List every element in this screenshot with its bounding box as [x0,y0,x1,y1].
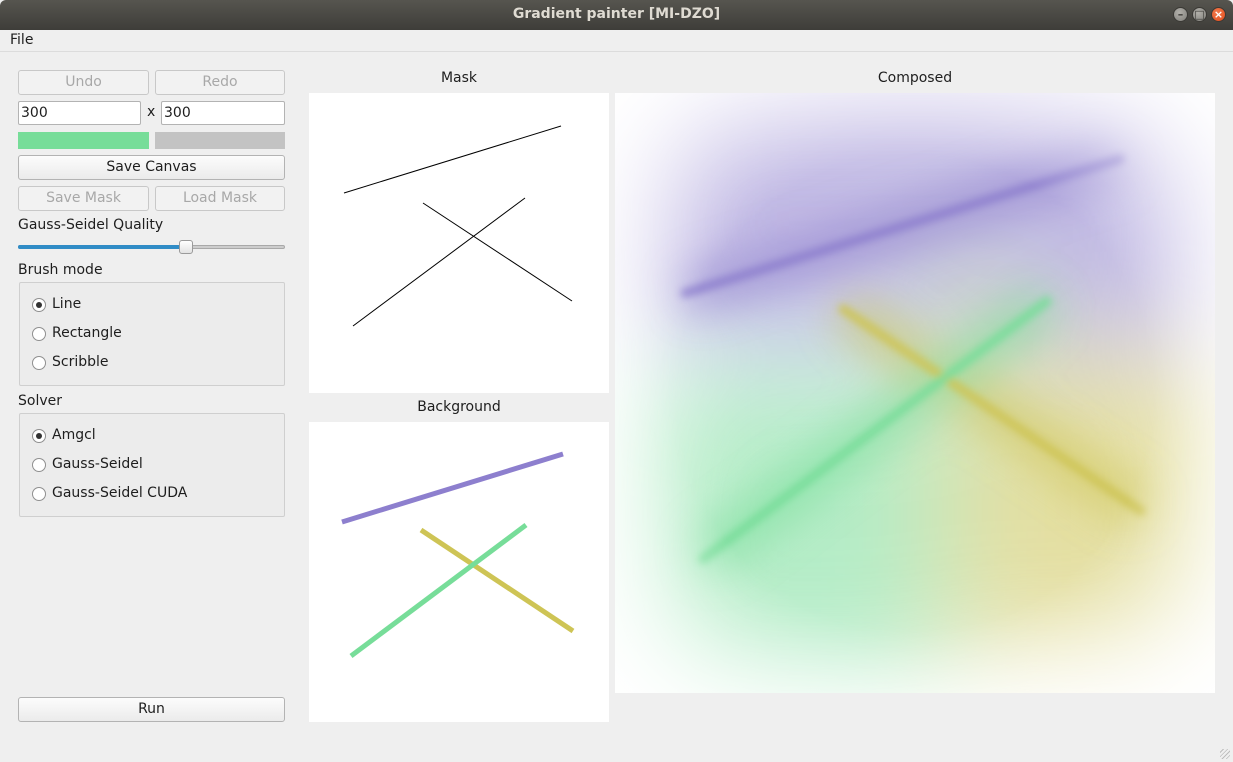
solver-label: Solver [18,393,62,409]
solver-group: Amgcl Gauss-Seidel Gauss-Seidel CUDA [19,413,285,517]
minimize-button[interactable]: – [1173,7,1188,22]
close-icon: × [1213,8,1224,21]
close-button[interactable]: × [1211,7,1226,22]
save-canvas-button[interactable]: Save Canvas [18,155,285,180]
radio-brush-line[interactable] [32,298,46,312]
quality-label: Gauss-Seidel Quality [18,217,164,233]
dimension-separator: x [147,104,156,120]
brush-mode-label: Brush mode [18,262,103,278]
load-mask-button[interactable]: Load Mask [155,186,285,211]
quality-slider-fill [18,245,187,249]
save-mask-button[interactable]: Save Mask [18,186,149,211]
solver-amgcl-label: Amgcl [52,427,96,443]
height-input[interactable]: 300 [161,101,285,125]
background-canvas[interactable] [309,422,609,722]
brush-rectangle-label: Rectangle [52,325,122,341]
radio-brush-rectangle[interactable] [32,327,46,341]
radio-solver-gauss-seidel[interactable] [32,458,46,472]
radio-brush-scribble[interactable] [32,356,46,370]
quality-slider-handle[interactable] [179,240,194,254]
undo-button[interactable]: Undo [18,70,149,95]
brush-scribble-label: Scribble [52,354,109,370]
edge-fade [615,93,1215,693]
minimize-icon: – [1177,8,1184,21]
resize-grip[interactable] [1220,749,1230,759]
composed-canvas[interactable] [615,93,1215,693]
window-title: Gradient painter [MI-DZO] [512,6,721,22]
solver-gauss-seidel-cuda-label: Gauss-Seidel CUDA [52,485,188,501]
mask-drawing [343,125,573,327]
secondary-color-swatch[interactable] [155,132,285,149]
radio-solver-gauss-seidel-cuda[interactable] [32,487,46,501]
mask-line [343,125,562,194]
maximize-button[interactable]: □ [1192,7,1207,22]
width-input[interactable]: 300 [18,101,141,125]
redo-button[interactable]: Redo [155,70,285,95]
mask-title: Mask [440,70,478,86]
menu-bar: File [0,30,1233,52]
brush-mode-group: Line Rectangle Scribble [19,282,285,386]
maximize-icon: □ [1194,8,1205,21]
run-button[interactable]: Run [18,697,285,722]
mask-canvas[interactable] [309,93,609,393]
radio-solver-amgcl[interactable] [32,429,46,443]
mask-line [352,197,526,327]
composed-title: Composed [877,70,953,86]
primary-color-swatch[interactable] [18,132,149,149]
background-purple-line [341,451,564,525]
mask-line [422,202,573,302]
brush-line-label: Line [52,296,82,312]
background-drawing [341,451,575,659]
title-bar: Gradient painter [MI-DZO] – □ × [0,0,1233,30]
background-title: Background [417,399,501,415]
composed-drawing [615,93,1215,693]
menu-file[interactable]: File [10,32,33,48]
solver-gauss-seidel-label: Gauss-Seidel [52,456,143,472]
background-green-line [349,522,528,659]
